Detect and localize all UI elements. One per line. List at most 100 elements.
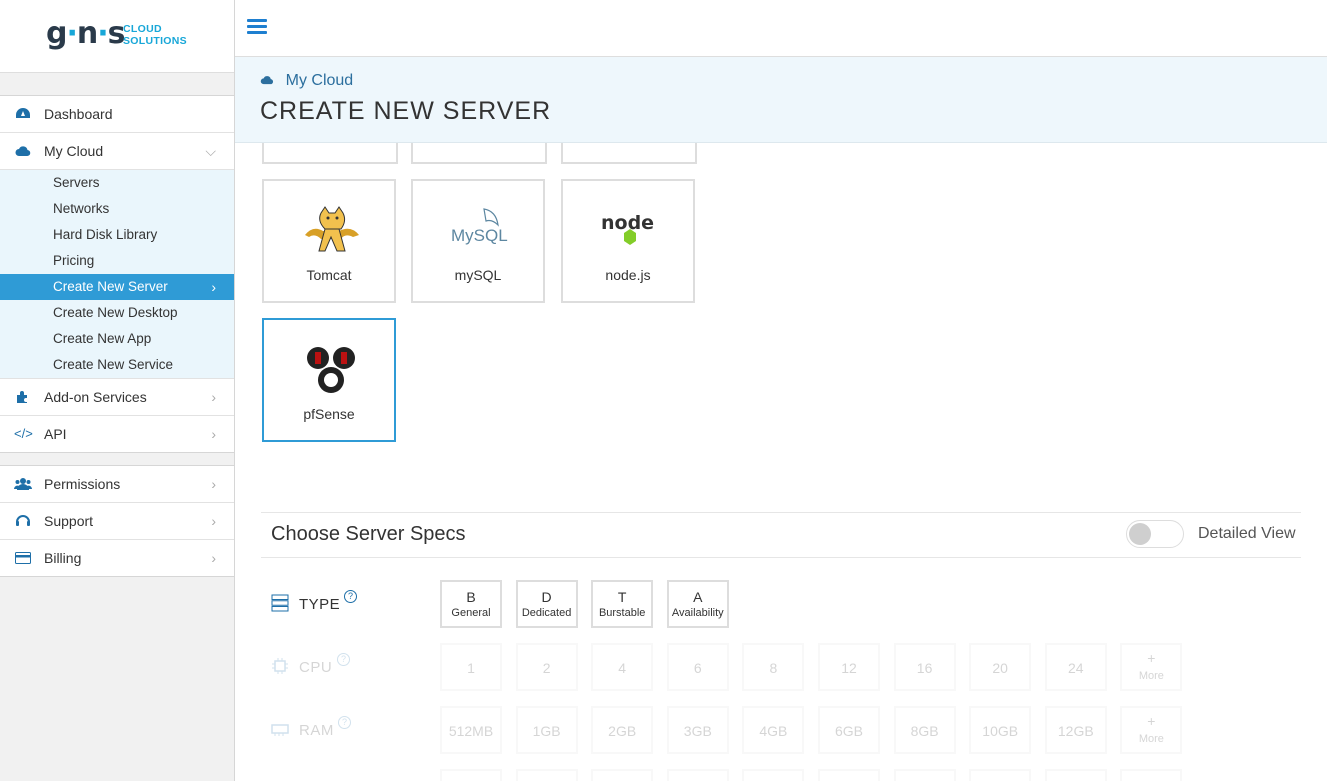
cpu-option[interactable]: 12 bbox=[818, 643, 880, 691]
ram-option[interactable]: 10GB bbox=[969, 706, 1032, 754]
cpu-option[interactable]: 6 bbox=[666, 643, 729, 691]
type-option-name: Dedicated bbox=[521, 607, 572, 619]
cpu-option[interactable]: 2 bbox=[515, 643, 578, 691]
ram-option[interactable]: 6GB bbox=[818, 706, 880, 754]
ram-option[interactable]: 512MB bbox=[440, 706, 502, 754]
cpu-option[interactable]: 20 bbox=[969, 643, 1032, 691]
nav-group-main: Dashboard My Cloud ⌵ Servers Networks Ha… bbox=[0, 95, 234, 453]
template-tile-partial[interactable] bbox=[411, 142, 547, 164]
sidebar-item-my-cloud[interactable]: My Cloud ⌵ bbox=[0, 133, 234, 170]
sidebar-item-label: Permissions bbox=[44, 476, 121, 492]
sidebar-item-addon-services[interactable]: Add-on Services › bbox=[0, 379, 234, 416]
option-value: 8 bbox=[769, 660, 778, 676]
option-value: 24 bbox=[1068, 660, 1084, 676]
template-tile-pfsense[interactable]: pfSense bbox=[262, 318, 396, 442]
sidebar-item-dashboard[interactable]: Dashboard bbox=[0, 96, 234, 133]
logo-mark: g·n·s bbox=[46, 16, 126, 51]
cloud-icon bbox=[14, 133, 32, 170]
cpu-option[interactable]: 4 bbox=[591, 643, 654, 691]
chevron-down-icon: ⌵ bbox=[205, 143, 216, 159]
ram-option[interactable]: 1GB bbox=[515, 706, 578, 754]
next-spec-option[interactable] bbox=[818, 769, 880, 781]
pfsense-logo-icon bbox=[307, 347, 355, 393]
ram-option[interactable]: 4GB bbox=[742, 706, 805, 754]
nodejs-logo-icon: node bbox=[601, 212, 654, 245]
sidebar-item-label: Support bbox=[44, 513, 94, 529]
option-value: 2 bbox=[542, 660, 551, 676]
next-spec-option[interactable] bbox=[515, 769, 578, 781]
help-icon[interactable]: ? bbox=[337, 653, 350, 666]
server-stack-icon bbox=[271, 594, 289, 612]
top-bar bbox=[235, 0, 1327, 57]
option-value: 20 bbox=[992, 660, 1008, 676]
sidebar-subitem-create-new-app[interactable]: Create New App bbox=[0, 326, 234, 352]
ram-option[interactable]: 12GB bbox=[1044, 706, 1107, 754]
type-option-code: T bbox=[617, 589, 627, 605]
option-more-label: More bbox=[1138, 733, 1164, 745]
template-tile-partial[interactable] bbox=[262, 142, 398, 164]
breadcrumb[interactable]: My Cloud bbox=[260, 72, 353, 90]
sidebar-subitem-create-new-server[interactable]: Create New Server › bbox=[0, 274, 234, 300]
ram-option[interactable]: 2GB bbox=[591, 706, 654, 754]
sidebar-subitem-networks[interactable]: Networks bbox=[0, 196, 234, 222]
cpu-option[interactable]: 24 bbox=[1044, 643, 1107, 691]
spec-label: CPU bbox=[299, 659, 333, 676]
template-tile-nodejs[interactable]: node node.js bbox=[561, 179, 695, 303]
server-specs-header: Choose Server Specs Detailed View bbox=[261, 512, 1301, 558]
mysql-wordmark: MySQL bbox=[451, 226, 508, 245]
help-icon[interactable]: ? bbox=[344, 590, 357, 603]
detailed-view-toggle[interactable] bbox=[1126, 520, 1184, 548]
cpu-option[interactable]: 8 bbox=[742, 643, 805, 691]
next-spec-option[interactable] bbox=[440, 769, 502, 781]
cpu-option[interactable]: 16 bbox=[893, 643, 956, 691]
sidebar-subitem-pricing[interactable]: Pricing bbox=[0, 248, 234, 274]
sidebar-item-billing[interactable]: Billing › bbox=[0, 540, 234, 576]
option-value: 1 bbox=[467, 660, 475, 676]
sidebar-subitem-servers[interactable]: Servers bbox=[0, 170, 234, 196]
logo[interactable]: g·n·s CLOUD SOLUTIONS bbox=[0, 0, 234, 73]
help-icon[interactable]: ? bbox=[338, 716, 351, 729]
template-tile-partial[interactable] bbox=[561, 142, 697, 164]
ram-option[interactable]: + More bbox=[1120, 706, 1183, 754]
cpu-option[interactable]: 1 bbox=[440, 643, 502, 691]
option-value: 10GB bbox=[982, 723, 1019, 739]
sidebar-item-permissions[interactable]: Permissions › bbox=[0, 466, 234, 503]
spec-label: RAM bbox=[299, 722, 334, 739]
ram-option[interactable]: 8GB bbox=[893, 706, 956, 754]
sidebar-item-api[interactable]: </> API › bbox=[0, 416, 234, 452]
next-spec-option[interactable] bbox=[969, 769, 1032, 781]
sidebar-subitem-label: Create New Server bbox=[53, 279, 168, 294]
hamburger-menu-icon[interactable] bbox=[247, 19, 267, 35]
type-option-burstable[interactable]: T Burstable bbox=[591, 580, 654, 628]
sidebar-subitem-hard-disk-library[interactable]: Hard Disk Library bbox=[0, 222, 234, 248]
next-spec-option[interactable] bbox=[893, 769, 956, 781]
tomcat-logo-icon bbox=[305, 206, 359, 252]
next-spec-option[interactable] bbox=[1120, 769, 1183, 781]
dashboard-icon bbox=[14, 96, 32, 134]
tile-label: mySQL bbox=[454, 267, 502, 283]
next-spec-option[interactable] bbox=[742, 769, 805, 781]
type-option-general[interactable]: B General bbox=[440, 580, 502, 628]
type-option-code: B bbox=[466, 589, 476, 605]
sidebar-item-label: Dashboard bbox=[44, 106, 113, 122]
sidebar-subitem-create-new-service[interactable]: Create New Service bbox=[0, 352, 234, 378]
next-spec-option[interactable] bbox=[1044, 769, 1107, 781]
type-option-availability[interactable]: A Availability bbox=[666, 580, 729, 628]
template-tile-mysql[interactable]: MySQL mySQL bbox=[411, 179, 545, 303]
tile-label: node.js bbox=[605, 267, 651, 283]
page-header: My Cloud CREATE NEW SERVER bbox=[235, 57, 1327, 143]
mysql-logo-icon: MySQL bbox=[451, 208, 508, 245]
cpu-option[interactable]: + More bbox=[1120, 643, 1183, 691]
next-spec-option[interactable] bbox=[666, 769, 729, 781]
sidebar-item-support[interactable]: Support › bbox=[0, 503, 234, 540]
credit-card-icon bbox=[14, 540, 32, 577]
template-tile-tomcat[interactable]: Tomcat bbox=[262, 179, 396, 303]
sidebar-subitem-create-new-desktop[interactable]: Create New Desktop bbox=[0, 300, 234, 326]
option-value: 8GB bbox=[910, 723, 939, 739]
type-option-dedicated[interactable]: D Dedicated bbox=[515, 580, 578, 628]
puzzle-icon bbox=[14, 379, 32, 417]
ram-option[interactable]: 3GB bbox=[666, 706, 729, 754]
chevron-right-icon: › bbox=[211, 279, 216, 295]
logo-text: CLOUD SOLUTIONS bbox=[123, 23, 187, 47]
next-spec-option[interactable] bbox=[591, 769, 654, 781]
